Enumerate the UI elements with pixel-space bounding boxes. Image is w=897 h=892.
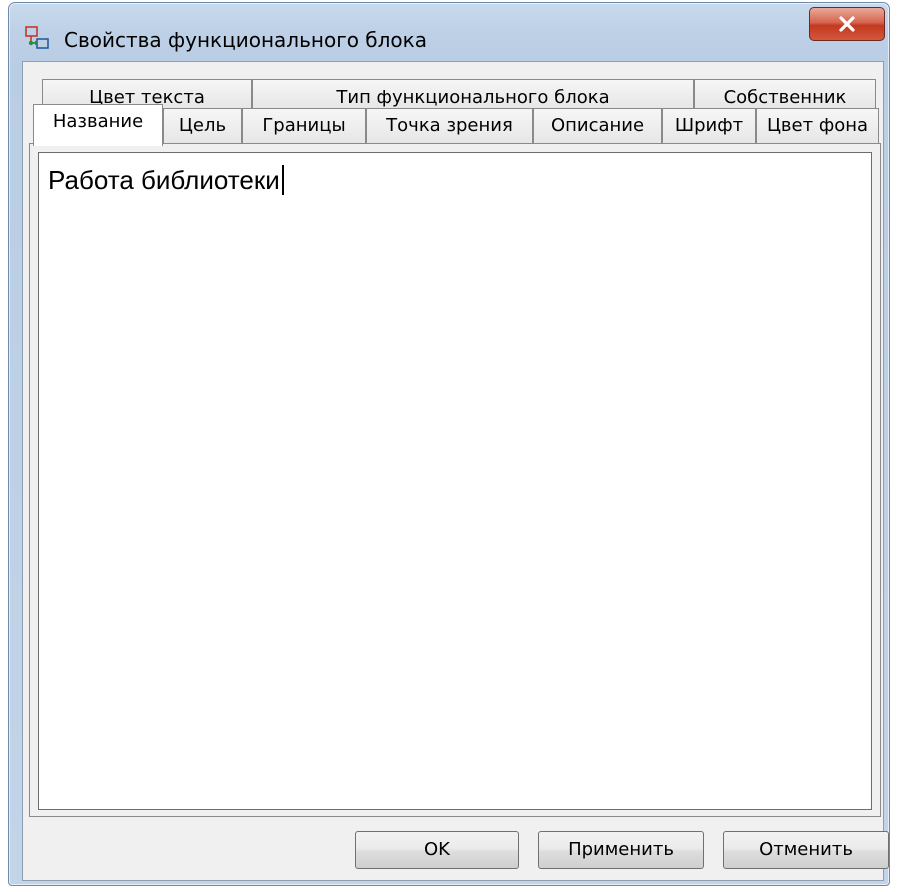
dialog-window: Свойства функционального блока Цвет текс…: [8, 2, 890, 886]
name-text-editor[interactable]: Работа библиотеки: [38, 152, 872, 810]
ok-button[interactable]: OK: [355, 831, 519, 869]
close-button[interactable]: [809, 7, 885, 41]
tab-name[interactable]: Название: [33, 104, 163, 146]
tab-description[interactable]: Описание: [533, 108, 662, 144]
apply-button[interactable]: Применить: [538, 831, 704, 869]
function-block-icon: [25, 26, 49, 49]
name-editor-value: Работа библиотеки: [48, 165, 280, 195]
title-bar[interactable]: Свойства функционального блока: [9, 3, 889, 65]
tab-owner[interactable]: Собственник: [694, 79, 876, 109]
text-caret: [281, 165, 284, 195]
cancel-button[interactable]: Отменить: [723, 831, 889, 869]
window-title: Свойства функционального блока: [64, 28, 427, 52]
tab-panel-name: Работа библиотеки: [29, 143, 881, 817]
tab-boundaries[interactable]: Границы: [242, 108, 366, 144]
close-icon: [839, 16, 855, 32]
tab-goal[interactable]: Цель: [163, 108, 242, 144]
dialog-client-area: Цвет текста Тип функционального блока Со…: [22, 61, 889, 881]
tab-viewpoint[interactable]: Точка зрения: [366, 108, 533, 144]
tab-background-color[interactable]: Цвет фона: [756, 108, 879, 144]
name-editor-content[interactable]: Работа библиотеки: [48, 165, 284, 196]
tab-font[interactable]: Шрифт: [662, 108, 756, 144]
tab-function-block-type[interactable]: Тип функционального блока: [252, 79, 694, 109]
